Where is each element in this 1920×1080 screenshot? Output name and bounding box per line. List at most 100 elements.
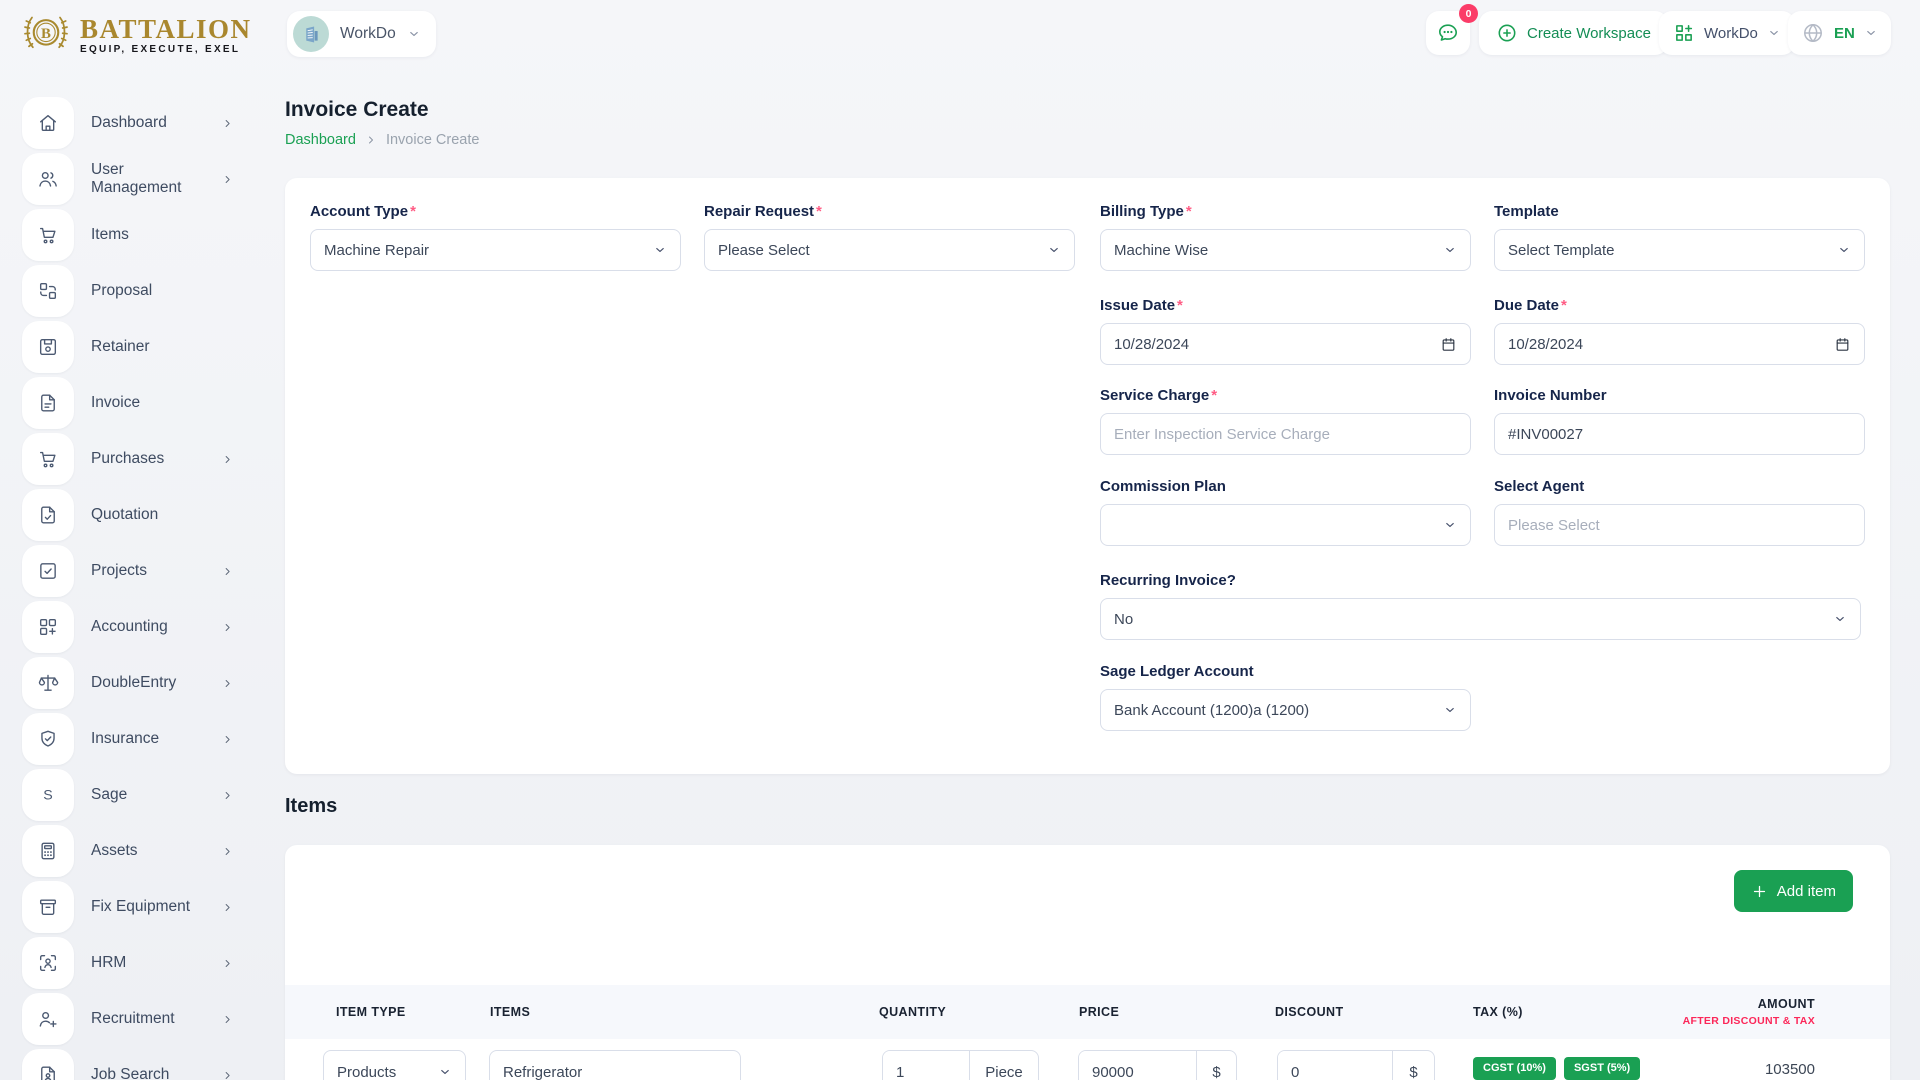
- field-label: Account Type: [310, 203, 408, 220]
- sidebar-item-quotation[interactable]: Quotation: [22, 489, 234, 541]
- select-value: Bank Account (1200)a (1200): [1114, 702, 1309, 719]
- item-name-input[interactable]: [489, 1050, 741, 1080]
- language-label: EN: [1834, 25, 1855, 42]
- sidebar-item-job-search[interactable]: Job Search: [22, 1049, 234, 1080]
- invoice-create-screen: B BATTALION EQUIP, EXECUTE, EXEL WorkDo: [0, 0, 1920, 1080]
- plus-circle-icon: [1496, 22, 1518, 44]
- sidebar-item-projects[interactable]: Projects: [22, 545, 234, 597]
- sidebar-item-purchases[interactable]: Purchases: [22, 433, 234, 485]
- user-plus-icon: [37, 1008, 59, 1030]
- commission-plan-select[interactable]: [1100, 504, 1471, 546]
- items-section-title: Items: [285, 795, 337, 818]
- required-asterisk: *: [1177, 297, 1183, 314]
- cart-icon: [37, 224, 59, 246]
- breadcrumb-dashboard-link[interactable]: Dashboard: [285, 132, 356, 148]
- sage-ledger-account-select[interactable]: Bank Account (1200)a (1200): [1100, 689, 1471, 731]
- sidebar-item-label: Quotation: [91, 506, 234, 524]
- item-type-select[interactable]: Products: [323, 1050, 466, 1080]
- sidebar-item-sage[interactable]: S Sage: [22, 769, 234, 821]
- sidebar-item-accounting[interactable]: Accounting: [22, 601, 234, 653]
- field-label: Invoice Number: [1494, 387, 1607, 404]
- quantity-unit: Piece: [969, 1051, 1038, 1080]
- repair-request-select[interactable]: Please Select: [704, 229, 1075, 271]
- select-value: Please Select: [718, 242, 810, 259]
- issue-date-input[interactable]: 10/28/2024: [1100, 323, 1471, 365]
- sidebar-item-label: User Management: [91, 161, 204, 197]
- sidebar-item-insurance[interactable]: Insurance: [22, 713, 234, 765]
- sidebar-item-retainer[interactable]: Retainer: [22, 321, 234, 373]
- chevron-right-icon: [221, 173, 234, 186]
- required-asterisk: *: [1211, 387, 1217, 404]
- sidebar-item-invoice[interactable]: Invoice: [22, 377, 234, 429]
- tax-badge-cgst: CGST (10%): [1473, 1057, 1556, 1080]
- sidebar-item-items[interactable]: Items: [22, 209, 234, 261]
- sidebar-item-label: Proposal: [91, 282, 234, 300]
- due-date-input[interactable]: 10/28/2024: [1494, 323, 1865, 365]
- col-header-tax: TAX (%): [1473, 985, 1523, 1039]
- field-repair-request: Repair Request* Please Select: [704, 204, 1075, 271]
- sidebar-item-user-management[interactable]: User Management: [22, 153, 234, 205]
- language-selector[interactable]: EN: [1788, 11, 1891, 55]
- template-select[interactable]: Select Template: [1494, 229, 1865, 271]
- billing-type-select[interactable]: Machine Wise: [1100, 229, 1471, 271]
- field-label: Recurring Invoice?: [1100, 572, 1236, 589]
- file-check-icon: [37, 504, 59, 526]
- sidebar-item-label: Accounting: [91, 618, 204, 636]
- select-agent-input[interactable]: [1494, 504, 1865, 546]
- field-label: Select Agent: [1494, 478, 1584, 495]
- workspace-selector[interactable]: WorkDo: [287, 11, 436, 57]
- shield-check-icon: [37, 728, 59, 750]
- invoice-number-input[interactable]: [1494, 413, 1865, 455]
- globe-icon: [1801, 21, 1825, 45]
- create-workspace-label: Create Workspace: [1527, 25, 1651, 42]
- archive-icon: [37, 896, 59, 918]
- sidebar-item-doubleentry[interactable]: DoubleEntry: [22, 657, 234, 709]
- select-value: Products: [337, 1064, 396, 1080]
- swap-squares-icon: [37, 280, 59, 302]
- price-currency: $: [1196, 1051, 1236, 1080]
- sidebar-item-label: Retainer: [91, 338, 234, 356]
- floppy-icon: [37, 336, 59, 358]
- chevron-right-icon: [221, 1013, 234, 1026]
- quantity-input[interactable]: [883, 1051, 969, 1080]
- chevron-right-icon: [221, 565, 234, 578]
- scales-icon: [37, 672, 59, 694]
- field-billing-type: Billing Type* Machine Wise: [1100, 204, 1471, 271]
- sidebar-item-proposal[interactable]: Proposal: [22, 265, 234, 317]
- chevron-down-icon: [438, 1065, 452, 1079]
- price-input[interactable]: [1079, 1051, 1196, 1080]
- field-label: Due Date: [1494, 297, 1559, 314]
- breadcrumb: Dashboard Invoice Create: [285, 132, 479, 148]
- sidebar-item-dashboard[interactable]: Dashboard: [22, 97, 234, 149]
- notifications-button[interactable]: 0: [1426, 11, 1470, 55]
- add-item-button[interactable]: Add item: [1734, 870, 1853, 912]
- recurring-invoice-select[interactable]: No: [1100, 598, 1861, 640]
- sidebar-item-fix-equipment[interactable]: Fix Equipment: [22, 881, 234, 933]
- sidebar-item-hrm[interactable]: HRM: [22, 937, 234, 989]
- sidebar-item-assets[interactable]: Assets: [22, 825, 234, 877]
- col-header-price: PRICE: [1079, 985, 1119, 1039]
- col-header-quantity: QUANTITY: [879, 985, 946, 1039]
- sidebar-item-label: Assets: [91, 842, 204, 860]
- date-value: 10/28/2024: [1114, 336, 1189, 353]
- chevron-right-icon: [221, 789, 234, 802]
- select-value: Select Template: [1508, 242, 1614, 259]
- grid-plus-icon: [1673, 22, 1695, 44]
- grid-plus-icon: [37, 616, 59, 638]
- calendar-icon: [1440, 336, 1457, 353]
- chevron-right-icon: [221, 845, 234, 858]
- sidebar-item-recruitment[interactable]: Recruitment: [22, 993, 234, 1045]
- brand-monogram: B: [41, 26, 51, 42]
- workdo-menu-button[interactable]: WorkDo: [1659, 11, 1795, 55]
- chevron-down-icon: [1443, 703, 1457, 717]
- create-workspace-button[interactable]: Create Workspace: [1479, 11, 1668, 55]
- file-user-icon: [37, 1064, 59, 1080]
- home-icon: [37, 112, 59, 134]
- discount-input[interactable]: [1278, 1051, 1392, 1080]
- workspace-avatar: [293, 16, 329, 52]
- service-charge-input[interactable]: [1100, 413, 1471, 455]
- chevron-right-icon: [221, 957, 234, 970]
- account-type-select[interactable]: Machine Repair: [310, 229, 681, 271]
- building-icon: [301, 24, 322, 45]
- amount-header-label: AMOUNT: [1758, 997, 1815, 1011]
